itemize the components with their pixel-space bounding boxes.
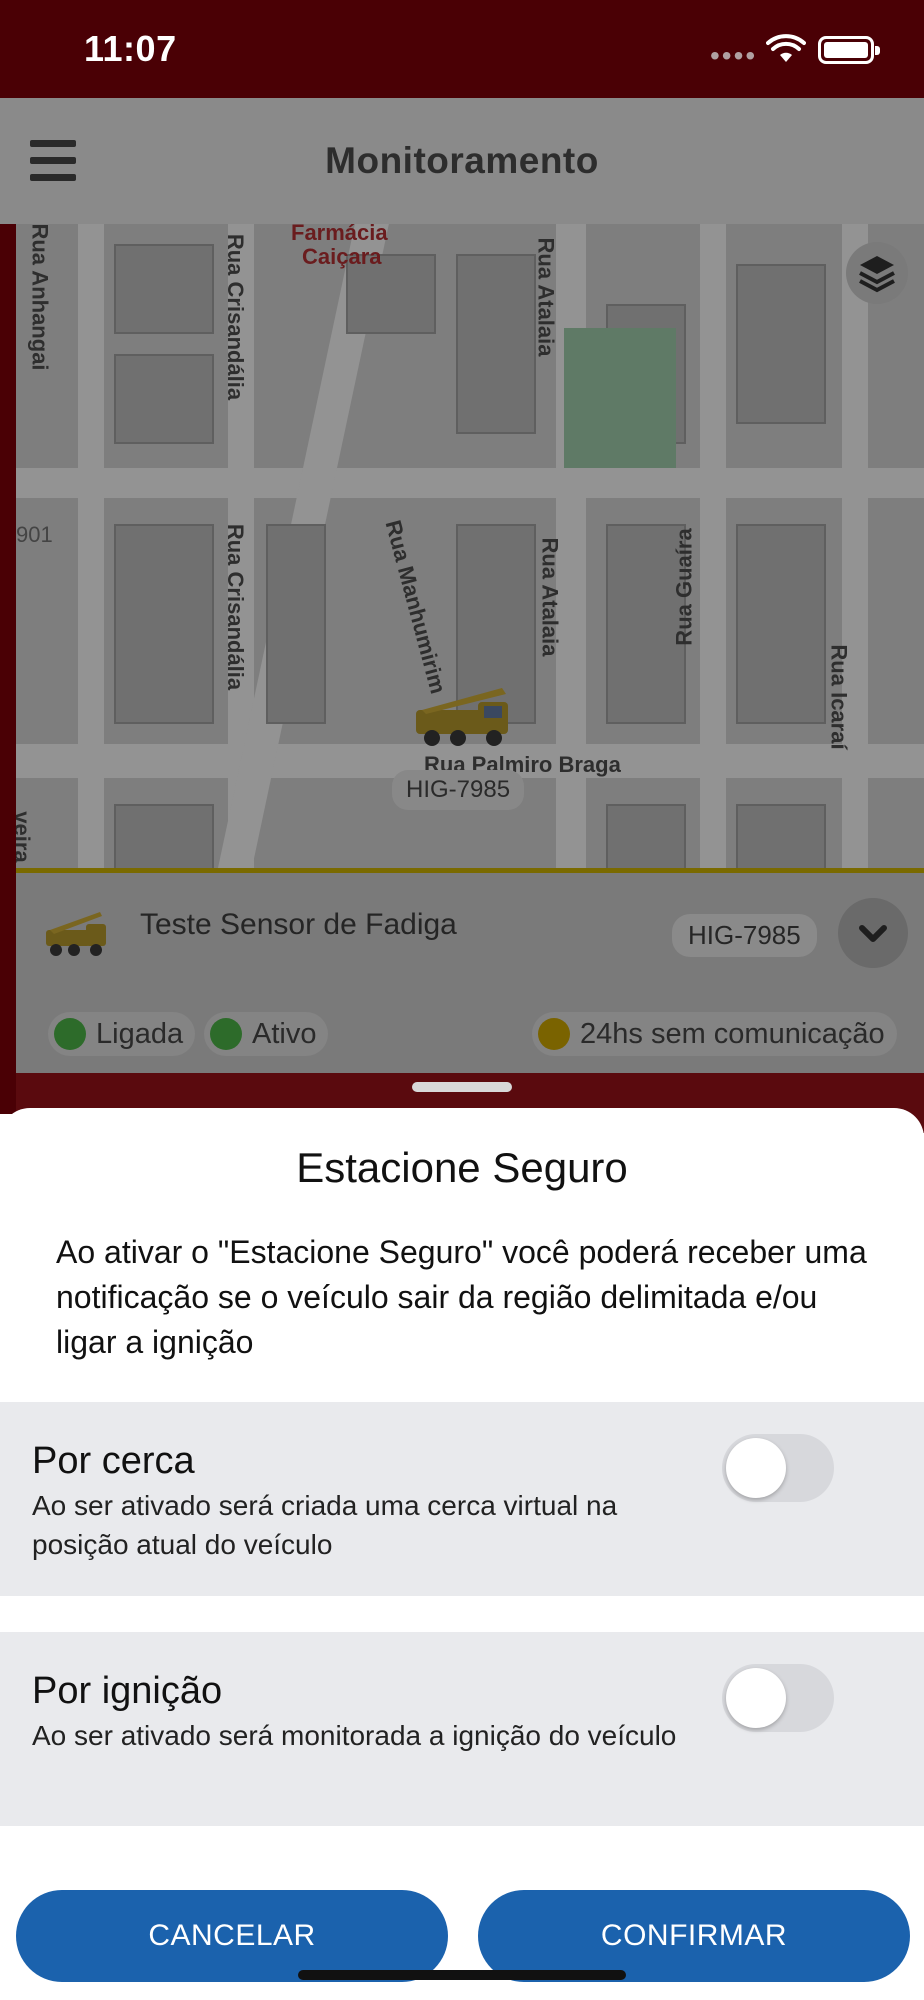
warning-icon bbox=[538, 1018, 570, 1050]
sheet-title: Estacione Seguro bbox=[296, 1144, 628, 1191]
map-label-rua-atalaia: Rua Atalaia bbox=[533, 237, 559, 357]
option-description: Ao ser ativado será monitorada a ignição… bbox=[32, 1720, 677, 1751]
map-label-rua-atalaia-2: Rua Atalaia bbox=[537, 537, 563, 657]
expand-vehicle-button[interactable] bbox=[838, 898, 908, 968]
vehicle-thumbnail-icon bbox=[46, 912, 106, 956]
vehicle-marker-plate: HIG-7985 bbox=[392, 770, 525, 810]
vehicle-plate-badge: HIG-7985 bbox=[672, 914, 817, 957]
page-title: Monitoramento bbox=[325, 140, 599, 181]
option-title: Por ignição bbox=[32, 1670, 223, 1712]
vehicle-name: Teste Sensor de Fadiga bbox=[140, 908, 457, 941]
map-label-rua-crisandalia: Rua Crisandália bbox=[223, 233, 249, 401]
map-label-rua-crisandalia-2: Rua Crisandália bbox=[223, 523, 249, 691]
map-label-pharmacy-name: Caiçara bbox=[302, 244, 382, 269]
chevron-down-icon bbox=[859, 925, 887, 942]
por-cerca-toggle[interactable] bbox=[722, 1434, 834, 1502]
map-left-border bbox=[0, 224, 16, 1114]
wifi-icon bbox=[766, 34, 806, 62]
sheet-grabber[interactable] bbox=[412, 1082, 512, 1092]
communication-status: 24hs sem comunicação bbox=[580, 1018, 885, 1050]
map-label-rua-icarai: Rua Icaraí bbox=[826, 644, 852, 750]
sheet-description: Ao ativar o "Estacione Seguro" você pode… bbox=[56, 1234, 867, 1360]
map-label-rua-anhangai: Rua Anhangai bbox=[27, 224, 53, 371]
vehicle-marker-icon[interactable] bbox=[412, 684, 522, 750]
map-label-rua-guaira: Rua Guaíra bbox=[671, 528, 697, 646]
option-description: Ao ser ativado será criada uma cerca vir… bbox=[32, 1490, 618, 1560]
signal-status-icon bbox=[210, 1018, 242, 1050]
cancel-button[interactable]: CANCELAR bbox=[16, 1890, 448, 1982]
ignition-chip: Ligada bbox=[48, 1012, 196, 1056]
active-chip: Ativo bbox=[204, 1012, 329, 1056]
key-icon bbox=[54, 1018, 86, 1050]
status-bar: 11:07 •••• bbox=[0, 0, 924, 98]
signal-icon: •••• bbox=[710, 40, 758, 71]
status-time: 11:07 bbox=[84, 28, 177, 69]
map-label-left-edge: veira bbox=[16, 811, 35, 863]
confirm-button[interactable]: CONFIRMAR bbox=[478, 1890, 910, 1982]
option-title: Por cerca bbox=[32, 1440, 195, 1482]
battery-icon bbox=[818, 36, 880, 64]
ignition-status: Ligada bbox=[96, 1018, 184, 1050]
map-label-rua-manhumirim: Rua Manhumirim bbox=[380, 517, 451, 697]
communication-chip: 24hs sem comunicação bbox=[532, 1012, 897, 1056]
por-ignicao-toggle[interactable] bbox=[722, 1664, 834, 1732]
layers-icon bbox=[859, 256, 895, 293]
map-label-house-number: 901 bbox=[16, 522, 53, 547]
active-status: Ativo bbox=[252, 1018, 317, 1050]
map-layers-button[interactable] bbox=[846, 242, 908, 304]
home-indicator bbox=[298, 1970, 626, 1980]
map-label-pharmacy: Farmácia bbox=[291, 224, 388, 245]
